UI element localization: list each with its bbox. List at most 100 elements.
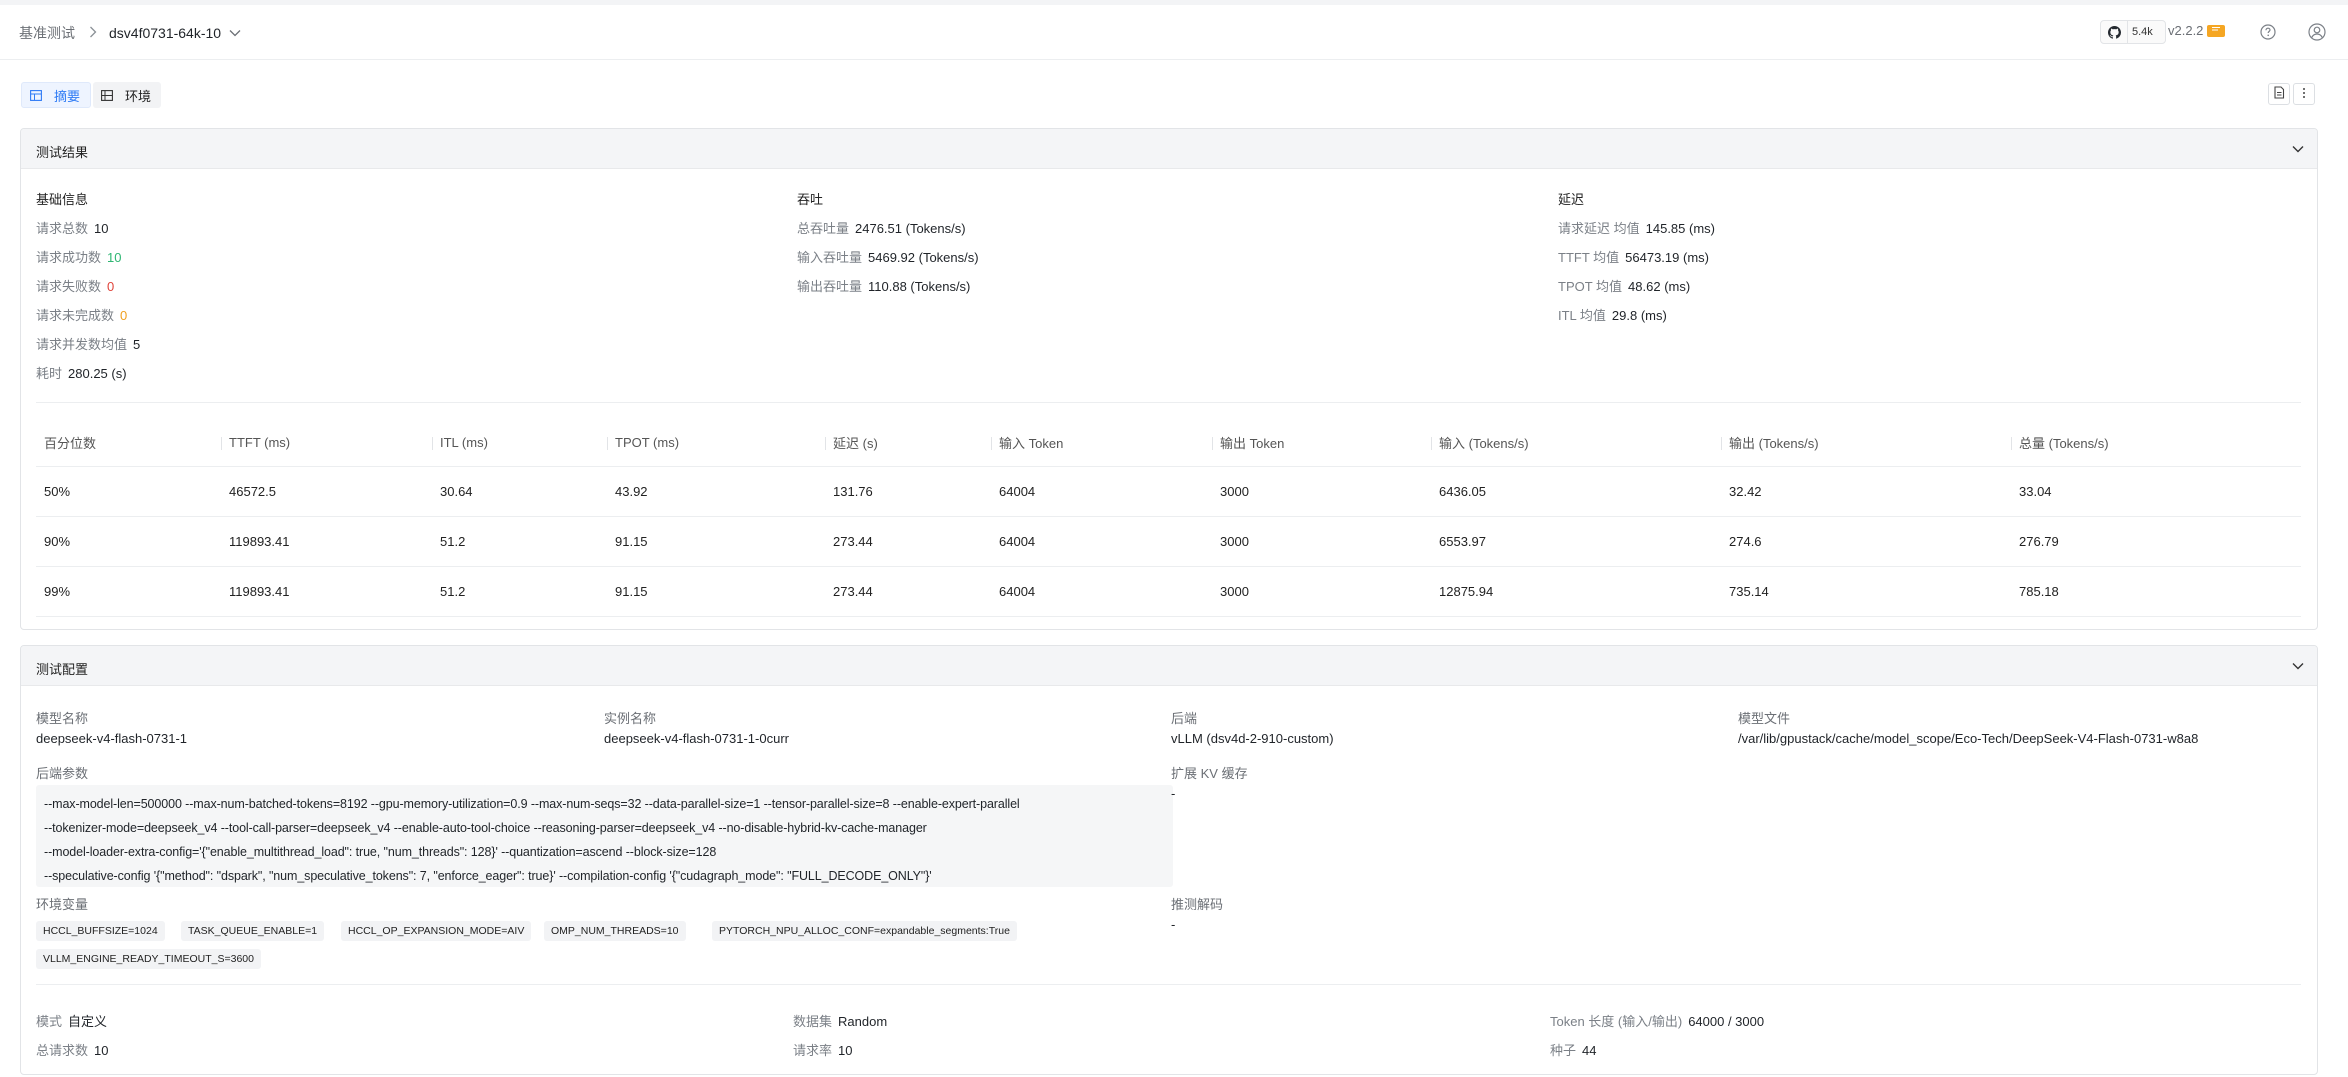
github-stars-button[interactable]: 5.4k — [2100, 20, 2166, 44]
col-header: 输入 (Tokens/s) — [1431, 420, 1721, 467]
env-var-tag: HCCL_BUFFSIZE=1024 — [36, 921, 165, 941]
stat-total-throughput: 总吞吐量 2476.51 (Tokens/s) — [797, 221, 966, 236]
section-divider — [36, 402, 2301, 403]
backend-label: 后端 — [1171, 711, 1198, 726]
table-cell: 90% — [36, 516, 221, 567]
backend-args-line: --tokenizer-mode=deepseek_v4 --tool-call… — [44, 821, 927, 835]
stat-avg-ttft: TTFT 均值 56473.19 (ms) — [1558, 250, 1709, 265]
backend-value: vLLM (dsv4d-2-910-custom) — [1171, 731, 1334, 746]
collapse-chevron-icon[interactable] — [2291, 659, 2305, 673]
spec-decode-value: - — [1171, 917, 1176, 932]
table-cell: 735.14 — [1721, 566, 2011, 617]
github-icon — [2101, 21, 2127, 43]
stat-avg-concurrency: 请求并发数均值 5 — [36, 337, 141, 352]
table-row: 90% 119893.41 51.2 91.15 273.44 64004 30… — [36, 516, 2301, 567]
test-config-title: 测试配置 — [36, 662, 89, 677]
table-cell: 33.04 — [2011, 466, 2301, 517]
stat-success-requests: 请求成功数 10 — [36, 250, 122, 265]
page-actions — [2268, 83, 2315, 105]
config-token-length: Token 长度 (输入/输出) 64000 / 3000 — [1550, 1014, 1765, 1029]
export-button[interactable] — [2268, 83, 2290, 105]
kv-cache-label: 扩展 KV 缓存 — [1171, 766, 1248, 781]
table-cell: 131.76 — [825, 466, 991, 517]
table-cell: 46572.5 — [221, 466, 432, 517]
table-cell: 3000 — [1212, 466, 1431, 517]
col-header: 百分位数 — [36, 420, 221, 467]
env-var-tag: TASK_QUEUE_ENABLE=1 — [181, 921, 325, 941]
table-cell: 43.92 — [607, 466, 825, 517]
table-cell: 274.6 — [1721, 516, 2011, 567]
version-label[interactable]: v2.2.2 — [2168, 23, 2226, 38]
config-total-requests: 总请求数 10 — [36, 1043, 109, 1058]
model-file-value: /var/lib/gpustack/cache/model_scope/Eco-… — [1738, 731, 2199, 746]
env-vars-label: 环境变量 — [36, 897, 89, 912]
percentile-table: 百分位数 TTFT (ms) ITL (ms) TPOT (ms) 延迟 (s)… — [36, 420, 2301, 617]
stat-avg-request-latency: 请求延迟 均值 145.85 (ms) — [1558, 221, 1715, 236]
breadcrumb-current[interactable]: dsv4f0731-64k-10 — [109, 25, 221, 41]
tab-environment[interactable]: 环境 — [93, 82, 162, 108]
stat-failed-requests: 请求失败数 0 — [36, 279, 115, 294]
env-var-tag: OMP_NUM_THREADS=10 — [544, 921, 686, 941]
table-cell: 3000 — [1212, 516, 1431, 567]
table-cell: 3000 — [1212, 566, 1431, 617]
table-cell: 273.44 — [825, 566, 991, 617]
user-avatar-icon[interactable] — [2305, 20, 2329, 44]
instance-name-label: 实例名称 — [604, 711, 657, 726]
stat-avg-tpot: TPOT 均值 48.62 (ms) — [1558, 279, 1691, 294]
table-cell: 276.79 — [2011, 516, 2301, 567]
table-cell: 6436.05 — [1431, 466, 1721, 517]
table-cell: 30.64 — [432, 466, 607, 517]
col-header: 延迟 (s) — [825, 420, 991, 467]
env-var-tag: HCCL_OP_EXPANSION_MODE=AIV — [341, 921, 532, 941]
test-config-card: 测试配置 模型名称 deepseek-v4-flash-0731-1 实例名称 … — [20, 645, 2318, 1075]
layout-icon — [101, 88, 115, 102]
chevron-right-icon — [89, 26, 97, 41]
kv-cache-value: - — [1171, 786, 1176, 801]
env-var-tag: VLLM_ENGINE_READY_TIMEOUT_S=3600 — [36, 949, 261, 969]
table-cell: 119893.41 — [221, 516, 432, 567]
chevron-down-icon[interactable] — [229, 26, 243, 40]
version-text: v2.2.2 — [2168, 23, 2204, 38]
tab-summary[interactable]: 摘要 — [21, 82, 92, 108]
env-var-tag: PYTORCH_NPU_ALLOC_CONF=expandable_segmen… — [712, 921, 1017, 941]
col-header: 输出 Token — [1212, 420, 1431, 467]
backend-args-box: --max-model-len=500000 --max-num-batched… — [36, 785, 1173, 887]
test-results-header[interactable]: 测试结果 — [21, 129, 2317, 169]
model-name-label: 模型名称 — [36, 711, 89, 726]
table-cell: 64004 — [991, 466, 1212, 517]
test-results-card: 测试结果 基础信息 请求总数 10 请求成功数 10 请求失败数 0 请求未完成数 0 … — [20, 128, 2318, 630]
breadcrumb-root-link[interactable]: 基准测试 — [19, 23, 75, 43]
table-cell: 50% — [36, 466, 221, 517]
section-divider — [36, 984, 2301, 985]
table-row: 50% 46572.5 30.64 43.92 131.76 64004 300… — [36, 466, 2301, 517]
col-header: 输入 Token — [991, 420, 1212, 467]
backend-args-line: --max-model-len=500000 --max-num-batched… — [44, 797, 1020, 811]
new-version-badge-icon — [2207, 25, 2226, 37]
backend-args-line: --model-loader-extra-config='{"enable_mu… — [44, 845, 717, 859]
table-cell: 64004 — [991, 516, 1212, 567]
collapse-chevron-icon[interactable] — [2291, 142, 2305, 156]
stat-total-requests: 请求总数 10 — [36, 221, 109, 236]
latency-title: 延迟 — [1558, 192, 1585, 207]
more-button[interactable] — [2293, 83, 2315, 105]
help-icon[interactable] — [2256, 20, 2280, 44]
table-cell: 99% — [36, 566, 221, 617]
col-header: TPOT (ms) — [607, 420, 825, 467]
config-dataset: 数据集 Random — [793, 1014, 888, 1029]
table-cell: 32.42 — [1721, 466, 2011, 517]
table-cell: 119893.41 — [221, 566, 432, 617]
table-icon — [30, 88, 44, 102]
stat-avg-itl: ITL 均值 29.8 (ms) — [1558, 308, 1667, 323]
config-mode: 模式 自定义 — [36, 1014, 108, 1029]
more-vertical-icon — [2302, 87, 2306, 102]
test-config-header[interactable]: 测试配置 — [21, 646, 2317, 686]
table-cell: 6553.97 — [1431, 516, 1721, 567]
model-file-label: 模型文件 — [1738, 711, 1791, 726]
model-name-value: deepseek-v4-flash-0731-1 — [36, 731, 188, 746]
table-cell: 785.18 — [2011, 566, 2301, 617]
stat-input-throughput: 输入吞吐量 5469.92 (Tokens/s) — [797, 250, 979, 265]
top-bar: 基准测试 dsv4f0731-64k-10 5.4k v2.2.2 — [0, 0, 2348, 60]
table-cell: 51.2 — [432, 566, 607, 617]
view-tabs: 摘要 环境 — [21, 82, 162, 108]
table-row: 99% 119893.41 51.2 91.15 273.44 64004 30… — [36, 566, 2301, 617]
